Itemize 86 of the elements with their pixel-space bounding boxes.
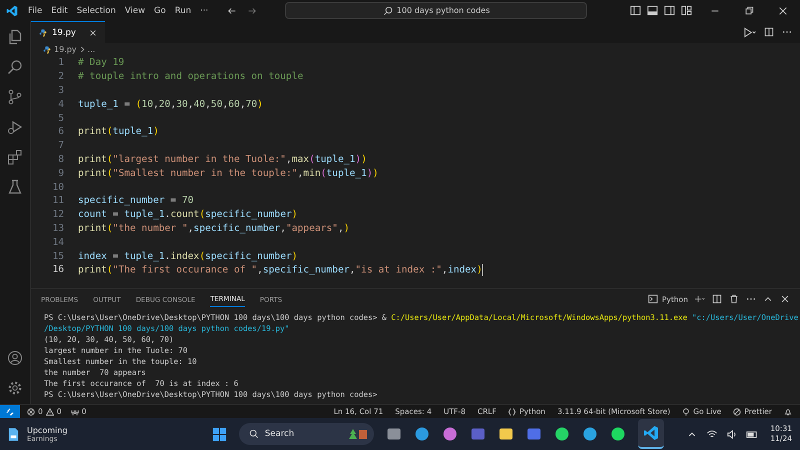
document-icon xyxy=(8,426,19,442)
start-icon[interactable] xyxy=(212,426,227,442)
source-control-icon[interactable] xyxy=(7,89,23,105)
prohibited-icon xyxy=(733,408,742,416)
broadcast-icon xyxy=(682,408,690,416)
forward-arrow-icon[interactable] xyxy=(247,6,258,16)
code-line: specific_number = 70 xyxy=(78,195,194,206)
panel-toggle-icon[interactable] xyxy=(647,5,658,16)
taskbar-search-field[interactable]: Search xyxy=(238,423,374,445)
tree-icon xyxy=(348,428,368,440)
account-icon[interactable] xyxy=(7,350,23,366)
menu-item[interactable]: Edit xyxy=(51,6,68,16)
back-arrow-icon[interactable] xyxy=(227,6,238,16)
line-number: 13 xyxy=(51,222,64,234)
command-search-field[interactable]: 100 days python codes xyxy=(285,2,588,19)
line-number: 8 xyxy=(57,154,64,165)
code-line: index = tuple_1.index(specific_number) xyxy=(78,250,298,262)
warning-icon xyxy=(46,408,54,416)
run-icon[interactable] xyxy=(743,26,756,38)
battery-icon[interactable] xyxy=(746,428,758,440)
run-debug-icon[interactable] xyxy=(7,119,23,135)
code-line: count = tuple_1.count(specific_number) xyxy=(78,209,298,220)
vscode-taskbar-icon[interactable] xyxy=(642,425,659,441)
wifi-icon[interactable] xyxy=(706,428,718,440)
menu-item[interactable]: ··· xyxy=(200,6,208,16)
close-icon[interactable] xyxy=(778,6,788,16)
line-number: 2 xyxy=(57,71,64,82)
code-line: print("Smallest number in the touple:",min(tuple_1)) xyxy=(78,168,378,179)
terminal-icon xyxy=(648,294,658,304)
code-line: print("The first occurance of ",specific_number,"is at index :",index) xyxy=(78,264,484,276)
settings-icon[interactable] xyxy=(7,380,23,396)
code-line: print("largest number in the Tuole:",max(tuple_1)) xyxy=(78,154,367,165)
menu-item[interactable]: View xyxy=(124,6,146,16)
code-line: print("the number ",specific_number,"appears",) xyxy=(78,222,350,234)
line-number: 7 xyxy=(57,140,64,152)
code-line: tuple_1 = (10,20,30,40,50,60,70) xyxy=(78,98,263,110)
files-icon[interactable] xyxy=(7,29,23,45)
tab-label: 19.py xyxy=(52,28,76,38)
search-icon xyxy=(382,6,393,16)
line-number: 14 xyxy=(51,236,64,248)
vscode-logo-icon xyxy=(6,4,18,16)
close-icon[interactable] xyxy=(89,28,97,36)
search-icon[interactable] xyxy=(7,59,23,75)
breadcrumb-item[interactable]: 19.py xyxy=(54,45,77,54)
line-number: 10 xyxy=(51,182,64,193)
chevron-icon xyxy=(80,46,85,53)
new-terminal-icon[interactable] xyxy=(695,294,705,304)
close-icon[interactable] xyxy=(780,294,790,304)
line-number: 6 xyxy=(57,126,64,138)
layout-icon[interactable] xyxy=(681,5,692,16)
breadcrumb-item[interactable]: ... xyxy=(88,45,96,54)
line-number: 1 xyxy=(57,57,64,68)
split-editor-icon[interactable] xyxy=(764,27,774,37)
trash-icon[interactable] xyxy=(729,294,739,304)
code-line: # Day 19 xyxy=(78,57,124,68)
braces-icon xyxy=(508,408,516,416)
error-icon xyxy=(27,408,35,416)
line-number: 16 xyxy=(51,264,64,276)
line-number: 3 xyxy=(57,84,64,96)
secondary-sidebar-icon[interactable] xyxy=(664,5,675,16)
menu-item[interactable]: Selection xyxy=(76,6,116,16)
sidebar-toggle-icon[interactable] xyxy=(630,5,641,16)
line-number: 9 xyxy=(57,168,64,179)
ports-icon xyxy=(70,408,79,416)
menu-item[interactable]: File xyxy=(28,6,42,16)
line-number: 15 xyxy=(51,250,64,262)
speaker-icon[interactable] xyxy=(726,428,738,440)
more-icon[interactable] xyxy=(782,30,792,34)
menu-item[interactable]: Run xyxy=(174,6,192,16)
menu-item[interactable]: Go xyxy=(154,6,166,16)
extensions-icon[interactable] xyxy=(7,149,23,165)
line-number: 5 xyxy=(57,112,64,124)
bell-icon[interactable] xyxy=(784,408,792,416)
python-file-icon xyxy=(39,28,47,36)
line-number: 11 xyxy=(51,195,64,206)
line-number: 12 xyxy=(51,209,64,220)
search-icon xyxy=(248,429,259,439)
code-line: print(tuple_1) xyxy=(78,126,159,138)
flask-icon[interactable] xyxy=(7,179,23,195)
editor-tab[interactable]: 19.py xyxy=(31,20,105,44)
line-number: 4 xyxy=(57,98,64,110)
python-file-icon xyxy=(43,46,51,54)
split-terminal-icon[interactable] xyxy=(712,294,722,304)
restore-icon[interactable] xyxy=(744,6,754,16)
code-line: # touple intro and operations on touple xyxy=(78,71,304,82)
widget-title[interactable]: Upcoming xyxy=(27,426,68,434)
